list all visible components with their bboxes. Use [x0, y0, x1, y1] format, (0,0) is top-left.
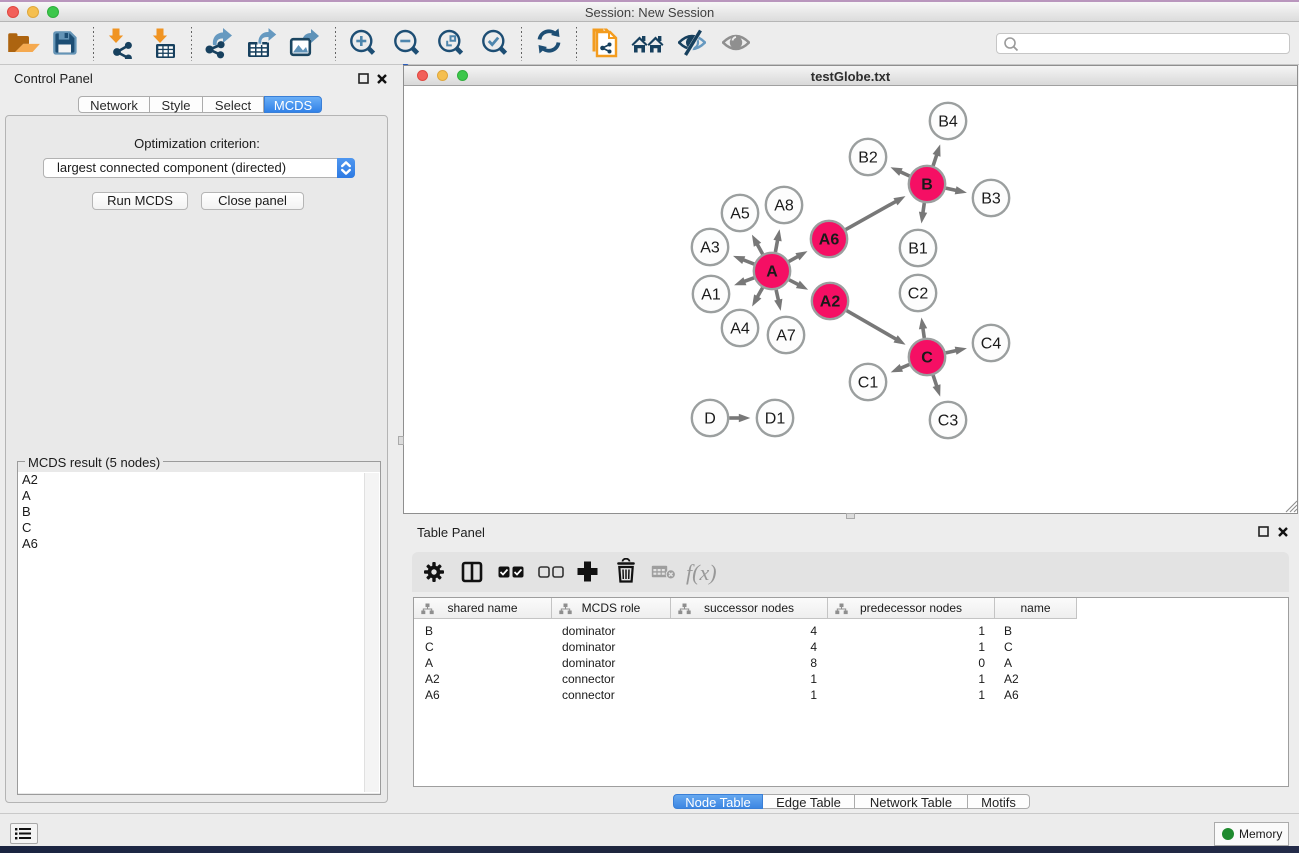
svg-text:A2: A2	[820, 294, 841, 311]
svg-text:A8: A8	[774, 198, 794, 215]
svg-text:C1: C1	[858, 375, 879, 392]
svg-text:B4: B4	[938, 114, 958, 131]
svg-text:B2: B2	[858, 150, 878, 167]
svg-text:A: A	[766, 264, 778, 281]
svg-text:A7: A7	[776, 328, 796, 345]
svg-text:A3: A3	[700, 240, 720, 257]
svg-text:D1: D1	[765, 411, 786, 428]
svg-text:C: C	[921, 350, 933, 367]
svg-text:D: D	[704, 411, 716, 428]
svg-text:C4: C4	[981, 336, 1002, 353]
svg-text:B: B	[921, 177, 933, 194]
svg-text:B3: B3	[981, 191, 1001, 208]
svg-text:A6: A6	[819, 232, 840, 249]
svg-text:C3: C3	[938, 413, 959, 430]
svg-text:A1: A1	[701, 287, 721, 304]
svg-text:A4: A4	[730, 321, 750, 338]
svg-text:A5: A5	[730, 206, 750, 223]
svg-text:B1: B1	[908, 241, 928, 258]
svg-text:C2: C2	[908, 286, 929, 303]
